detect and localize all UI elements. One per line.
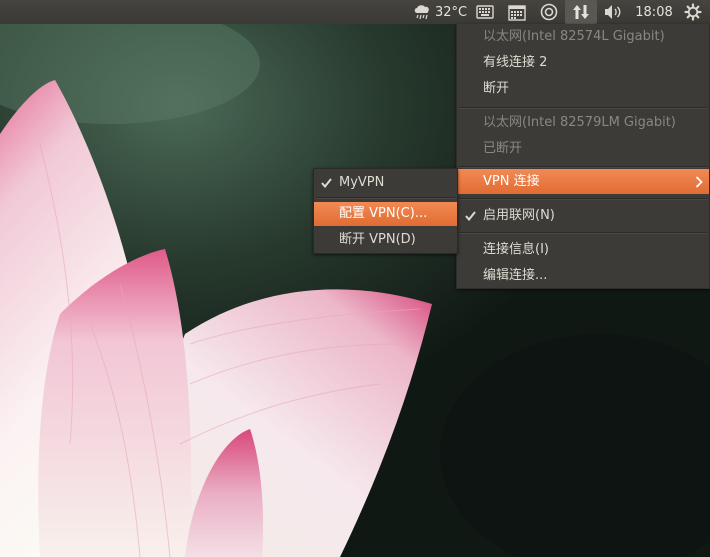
temperature-label[interactable]: 32°C bbox=[434, 0, 468, 24]
menu-item-edit-connections[interactable]: 编辑连接... bbox=[457, 263, 709, 288]
menu-item-ethernet-82574l: 以太网(Intel 82574L Gigabit) bbox=[457, 24, 709, 49]
chevron-right-icon bbox=[695, 169, 703, 194]
menu-item-label: 启用联网(N) bbox=[483, 208, 555, 223]
menu-item-label: 以太网(Intel 82579LM Gigabit) bbox=[483, 115, 676, 130]
chat-status-icon[interactable] bbox=[538, 0, 560, 24]
menu-item-myvpn[interactable]: MyVPN bbox=[314, 170, 457, 195]
menu-item-configure-vpn[interactable]: 配置 VPN(C)... bbox=[314, 202, 457, 226]
checkmark-icon bbox=[321, 170, 335, 195]
menu-separator bbox=[316, 197, 455, 199]
vpn-submenu: MyVPN 配置 VPN(C)... 断开 VPN(D) bbox=[313, 168, 458, 254]
network-menu: 以太网(Intel 82574L Gigabit) 有线连接 2 断开 以太网(… bbox=[456, 24, 710, 289]
top-panel: 32°C 18:08 bbox=[0, 0, 710, 24]
cloud-rain-icon[interactable] bbox=[409, 0, 434, 24]
menu-item-label: 断开 bbox=[483, 81, 510, 96]
checkmark-icon bbox=[465, 203, 479, 228]
menu-item-label: 已断开 bbox=[483, 141, 523, 156]
keyboard-icon[interactable] bbox=[473, 0, 497, 24]
menu-separator bbox=[459, 198, 707, 200]
menu-item-ethernet-82579lm: 以太网(Intel 82579LM Gigabit) bbox=[457, 110, 709, 135]
menu-item-wired-connection-2[interactable]: 有线连接 2 bbox=[457, 50, 709, 75]
calendar-icon[interactable] bbox=[506, 0, 528, 24]
gear-icon[interactable] bbox=[682, 0, 704, 24]
menu-item-label: 编辑连接... bbox=[483, 268, 548, 283]
menu-item-label: MyVPN bbox=[339, 175, 385, 190]
menu-separator bbox=[459, 166, 707, 168]
menu-item-label: 以太网(Intel 82574L Gigabit) bbox=[483, 29, 665, 44]
menu-item-disconnect-vpn[interactable]: 断开 VPN(D) bbox=[314, 227, 457, 252]
menu-item-label: 连接信息(I) bbox=[483, 242, 549, 257]
menu-item-disconnect[interactable]: 断开 bbox=[457, 76, 709, 101]
volume-icon[interactable] bbox=[600, 0, 626, 24]
menu-item-disconnected-status: 已断开 bbox=[457, 136, 709, 161]
network-transfer-icon[interactable] bbox=[565, 0, 597, 24]
menu-item-label: VPN 连接 bbox=[483, 174, 540, 189]
clock-label[interactable]: 18:08 bbox=[634, 0, 674, 24]
menu-item-label: 有线连接 2 bbox=[483, 55, 548, 70]
menu-item-label: 断开 VPN(D) bbox=[339, 232, 416, 247]
menu-separator bbox=[459, 232, 707, 234]
menu-separator bbox=[459, 107, 707, 109]
menu-item-enable-networking[interactable]: 启用联网(N) bbox=[457, 203, 709, 228]
menu-item-connection-info[interactable]: 连接信息(I) bbox=[457, 237, 709, 262]
menu-item-label: 配置 VPN(C)... bbox=[339, 206, 428, 221]
menu-item-vpn-connections[interactable]: VPN 连接 bbox=[457, 169, 709, 194]
